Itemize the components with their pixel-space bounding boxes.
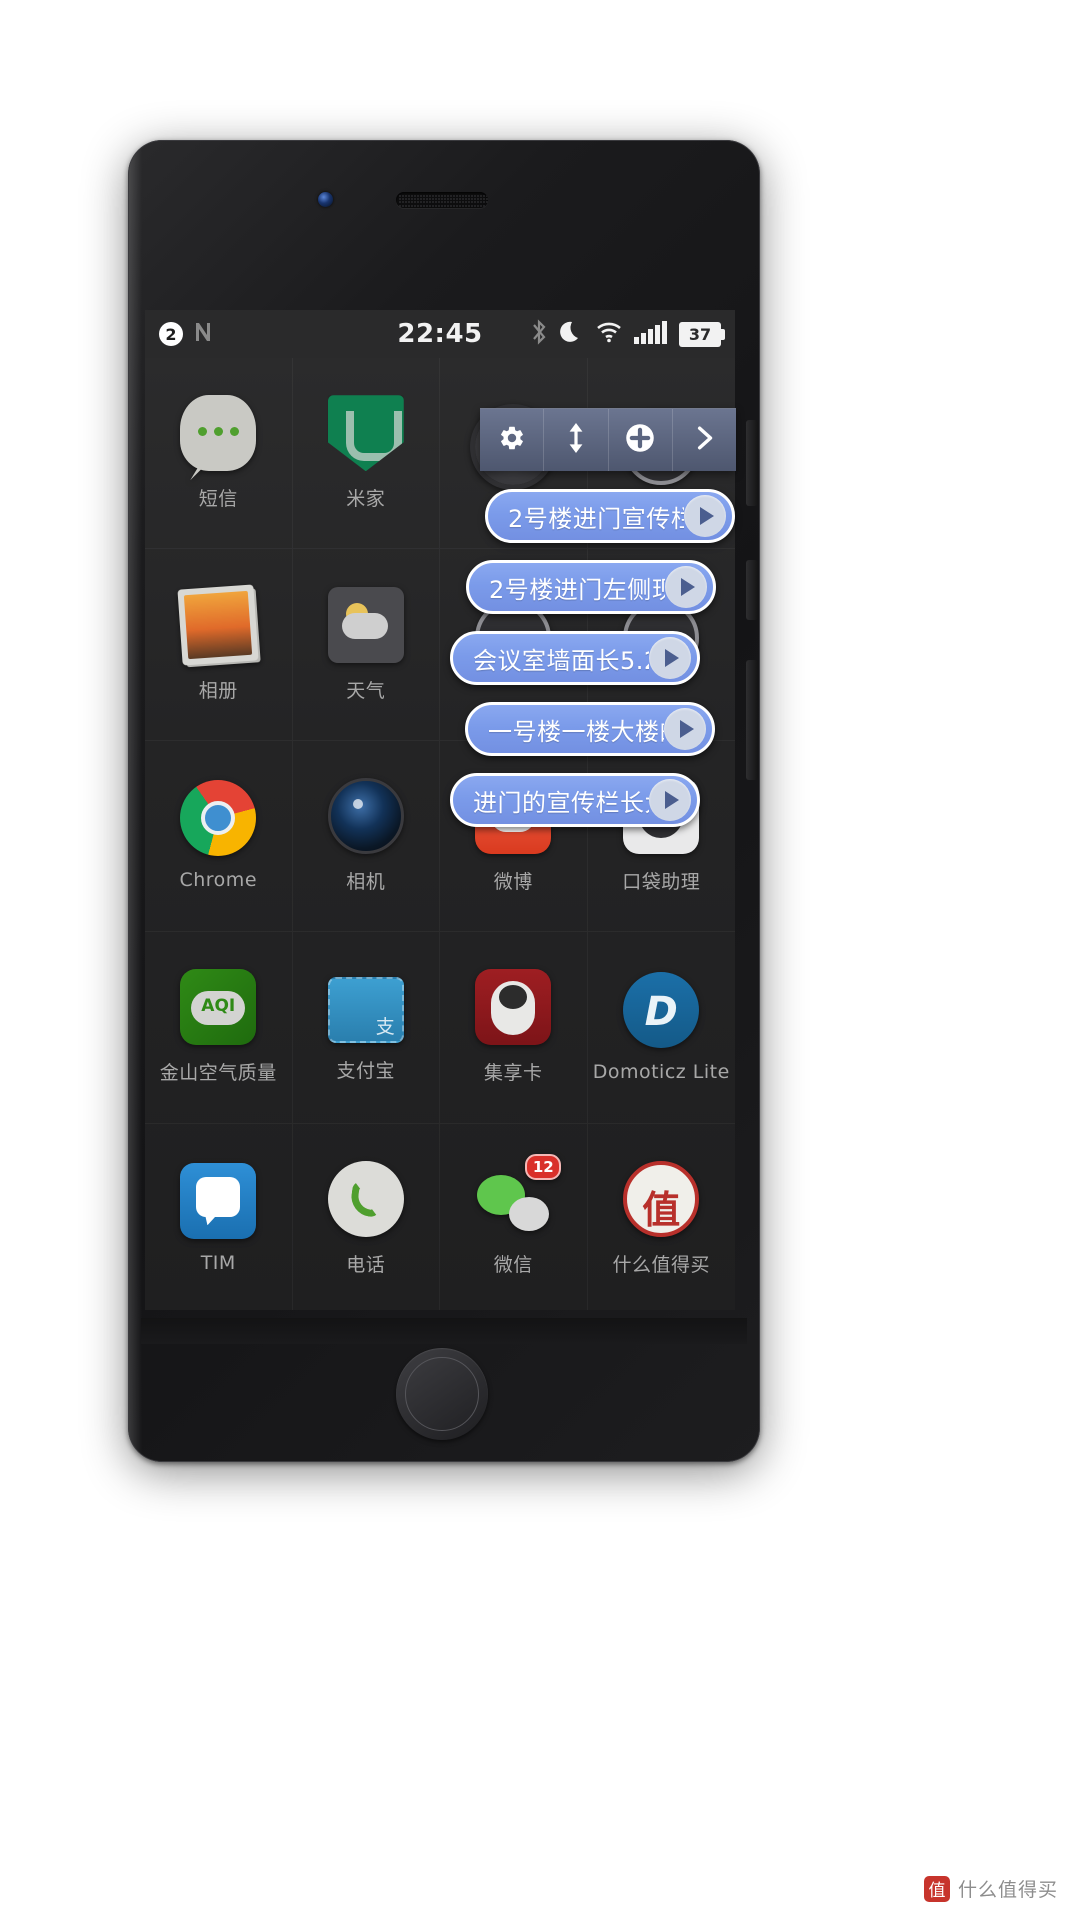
app-row: TIM 电话 12 微信 什么值得买 bbox=[145, 1123, 736, 1310]
app-cell-tim[interactable]: TIM bbox=[145, 1123, 293, 1310]
bubble-text: 一号楼一楼大楼的楼... bbox=[488, 717, 664, 746]
smzdm-logo-icon: 值 bbox=[923, 1875, 950, 1902]
wechat-unread-badge: 12 bbox=[525, 1153, 562, 1180]
app-cell-weather[interactable]: 天气 bbox=[293, 549, 440, 740]
app-label: 电话 bbox=[346, 1253, 386, 1276]
app-cell-mijia[interactable]: 米家 bbox=[293, 358, 440, 549]
plus-circle-icon bbox=[625, 423, 655, 457]
app-cell-domoticz[interactable]: Domoticz Lite bbox=[588, 932, 736, 1122]
suggestion-bubble[interactable]: 进门的宣传栏长大概... bbox=[450, 773, 700, 827]
app-cell-weibo[interactable]: 微博 bbox=[440, 740, 588, 932]
app-cell-sms[interactable]: 短信 bbox=[145, 358, 293, 549]
phone-gloss bbox=[128, 140, 142, 1462]
chrome-icon bbox=[180, 780, 257, 857]
suggestion-bubble[interactable]: 2号楼进门宣传栏对面... bbox=[485, 489, 735, 543]
bluetooth-icon bbox=[529, 319, 549, 349]
app-label: 相机 bbox=[346, 870, 386, 893]
app-label: 相册 bbox=[198, 679, 238, 702]
app-cell-smzdm[interactable]: 什么值得买 bbox=[588, 1124, 736, 1310]
app-cell-pocket-assistant[interactable]: 口袋助理 bbox=[588, 741, 736, 931]
app-cell-gallery[interactable]: 相册 bbox=[145, 549, 293, 740]
app-label: Chrome bbox=[179, 869, 258, 892]
app-row: Chrome 相机 微博 口袋助理 bbox=[145, 740, 736, 933]
tim-icon bbox=[180, 1163, 257, 1240]
camera-icon bbox=[327, 777, 404, 854]
app-cell-chrome[interactable]: Chrome bbox=[145, 740, 293, 932]
floating-toolbar bbox=[480, 408, 736, 471]
earpiece-speaker bbox=[396, 192, 488, 208]
wechat-icon: 12 bbox=[475, 1153, 562, 1237]
wifi-icon bbox=[595, 320, 623, 348]
suggestion-bubble[interactable]: 2号楼进门左侧现有宣... bbox=[466, 560, 716, 614]
bubble-text: 2号楼进门宣传栏对面... bbox=[508, 504, 684, 533]
app-cell-alipay[interactable]: 支付宝 bbox=[293, 932, 440, 1123]
cellular-signal-icon bbox=[634, 320, 668, 348]
app-label: Domoticz Lite bbox=[592, 1060, 730, 1083]
add-button[interactable] bbox=[609, 409, 673, 471]
aqi-icon bbox=[180, 969, 257, 1046]
mijia-icon bbox=[327, 395, 404, 472]
app-label: 微信 bbox=[493, 1253, 533, 1276]
play-icon[interactable] bbox=[649, 779, 691, 821]
watermark-text: 什么值得买 bbox=[957, 1879, 1058, 1901]
phone-icon bbox=[327, 1160, 404, 1237]
notification-count-badge: 2 bbox=[159, 322, 183, 346]
front-camera bbox=[318, 192, 333, 207]
bubble-text: 2号楼进门左侧现有宣... bbox=[489, 575, 665, 604]
app-label: 什么值得买 bbox=[612, 1253, 710, 1276]
settings-button[interactable] bbox=[480, 409, 545, 471]
app-label: 集享卡 bbox=[483, 1062, 543, 1085]
status-bar-right: 37 bbox=[529, 319, 725, 349]
battery-indicator: 37 bbox=[679, 321, 725, 347]
app-label: 口袋助理 bbox=[622, 870, 701, 893]
app-label: 短信 bbox=[198, 488, 238, 511]
alipay-icon bbox=[327, 976, 404, 1043]
nfc-icon bbox=[191, 320, 215, 348]
app-cell-phone[interactable]: 电话 bbox=[293, 1123, 440, 1310]
app-label: TIM bbox=[200, 1252, 236, 1275]
app-label: 金山空气质量 bbox=[159, 1062, 277, 1085]
app-row: 金山空气质量 支付宝 集享卡 Domoticz Lite bbox=[145, 932, 736, 1124]
power-button[interactable] bbox=[746, 660, 758, 780]
smzdm-icon bbox=[623, 1160, 700, 1237]
next-button[interactable] bbox=[673, 409, 736, 471]
weather-icon bbox=[327, 586, 404, 663]
app-label: 天气 bbox=[346, 679, 386, 702]
watermark: 值 什么值得买 bbox=[923, 1875, 1058, 1902]
moon-dnd-icon bbox=[560, 319, 584, 349]
suggestion-bubble[interactable]: 一号楼一楼大楼的楼... bbox=[465, 702, 715, 756]
volume-up-button[interactable] bbox=[746, 420, 758, 506]
status-bar-left: 2 bbox=[159, 320, 215, 348]
bubble-text: 进门的宣传栏长大概... bbox=[473, 788, 649, 817]
phone-chin bbox=[141, 1318, 747, 1344]
chevron-right-icon bbox=[691, 424, 717, 456]
play-icon[interactable] bbox=[684, 495, 726, 537]
app-cell-aqi[interactable]: 金山空气质量 bbox=[145, 932, 293, 1123]
status-bar: 2 22:45 37 bbox=[145, 310, 735, 358]
app-cell-jixiangka[interactable]: 集享卡 bbox=[440, 932, 588, 1123]
play-icon[interactable] bbox=[649, 637, 691, 679]
app-cell-wechat[interactable]: 12 微信 bbox=[440, 1123, 588, 1310]
resize-button[interactable] bbox=[544, 409, 609, 471]
play-icon[interactable] bbox=[664, 708, 706, 750]
arrows-up-down-icon bbox=[563, 423, 589, 457]
app-cell-camera[interactable]: 相机 bbox=[293, 740, 440, 932]
suggestion-bubble[interactable]: 会议室墙面长5.2米，... bbox=[450, 631, 700, 685]
bubble-text: 会议室墙面长5.2米，... bbox=[473, 646, 649, 675]
app-label: 支付宝 bbox=[336, 1059, 395, 1082]
app-label: 米家 bbox=[346, 488, 386, 511]
home-button[interactable] bbox=[396, 1348, 488, 1440]
gallery-icon bbox=[177, 584, 259, 666]
app-label: 微博 bbox=[493, 870, 533, 893]
gear-icon bbox=[498, 424, 526, 456]
jixiangka-icon bbox=[475, 969, 552, 1046]
volume-down-button[interactable] bbox=[746, 560, 758, 620]
sms-icon bbox=[180, 395, 257, 472]
play-icon[interactable] bbox=[665, 566, 707, 608]
domoticz-icon bbox=[623, 971, 700, 1048]
